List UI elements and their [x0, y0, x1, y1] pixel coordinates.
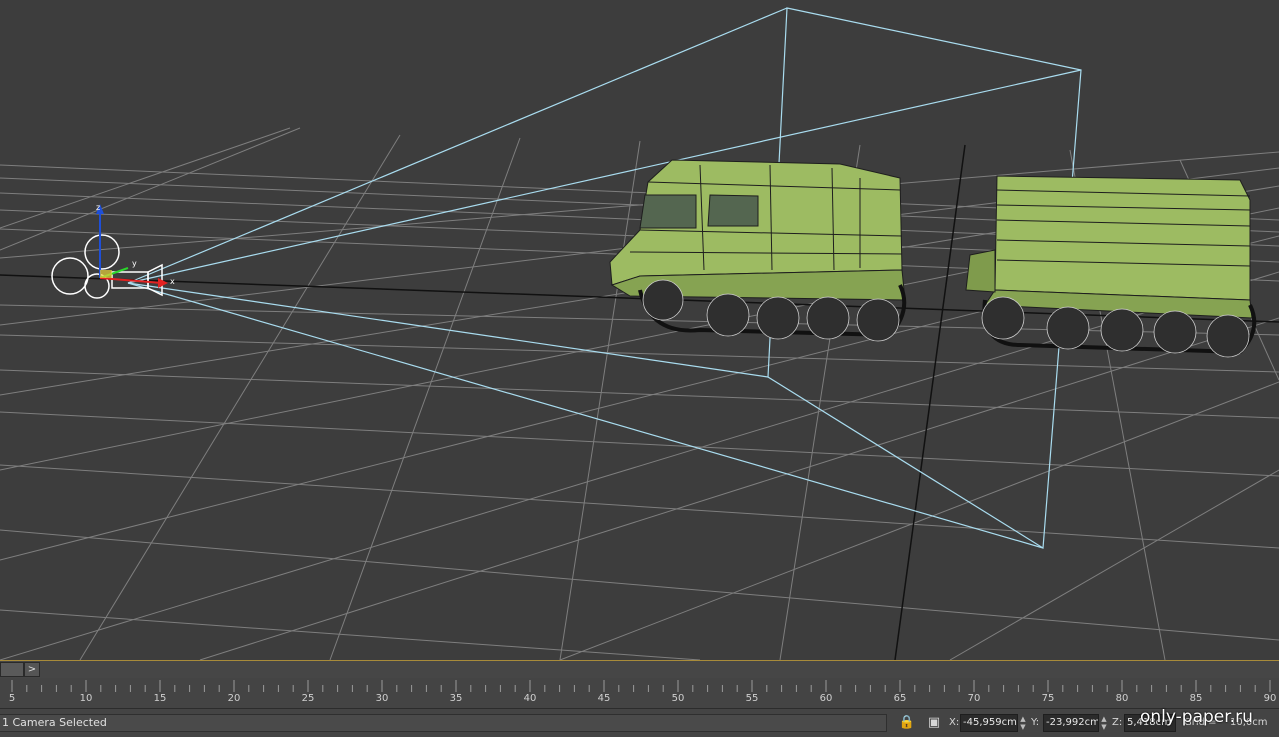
frame-label: 75: [1041, 693, 1055, 704]
frame-label: 35: [449, 693, 463, 704]
tracked-trailer-model[interactable]: [965, 175, 1257, 358]
frame-label: 15: [153, 693, 167, 704]
viewport-scene: z y x: [0, 7, 1279, 660]
grid-axis-y: [894, 144, 966, 660]
tracked-tractor-model[interactable]: [609, 159, 907, 342]
gizmo-x-label: x: [170, 277, 175, 286]
frame-label: 55: [745, 693, 759, 704]
frame-label: 5: [8, 693, 16, 704]
time-slider-bar[interactable]: >: [0, 660, 1279, 678]
track-bar-ticks: [11, 680, 1271, 692]
frame-label: 25: [301, 693, 315, 704]
perspective-viewport[interactable]: z y x: [0, 0, 1279, 660]
frame-label: 90: [1263, 693, 1277, 704]
frame-label: 10: [79, 693, 93, 704]
y-coord-field[interactable]: -23,992cm: [1043, 714, 1099, 732]
frame-label: 30: [375, 693, 389, 704]
gizmo-z-label: z: [96, 203, 100, 212]
frame-label: 50: [671, 693, 685, 704]
z-coord-label: Z:: [1112, 717, 1123, 728]
watermark: only-paper.ru: [1140, 707, 1253, 727]
lock-icon[interactable]: 🔒: [898, 714, 916, 732]
frame-label: 80: [1115, 693, 1129, 704]
time-slider-handle[interactable]: [0, 662, 24, 677]
x-coord-field[interactable]: -45,959cm: [960, 714, 1018, 732]
frame-label: 40: [523, 693, 537, 704]
next-frame-button[interactable]: >: [24, 662, 40, 677]
frame-label: 20: [227, 693, 241, 704]
x-coord-spinner[interactable]: ▲ ▼: [1019, 715, 1027, 731]
x-coord-label: X:: [949, 717, 960, 728]
frame-label: 70: [967, 693, 981, 704]
frame-label: 60: [819, 693, 833, 704]
y-coord-spinner[interactable]: ▲ ▼: [1100, 715, 1108, 731]
camera-object[interactable]: [51, 234, 163, 299]
frame-label: 65: [893, 693, 907, 704]
track-bar[interactable]: 5 10 15 20 25 30 35 40 45 50 55 60 65 70 75 80 85 90: [0, 678, 1279, 708]
frame-label: 45: [597, 693, 611, 704]
y-coord-label: Y:: [1031, 717, 1040, 728]
selection-status: 1 Camera Selected: [0, 714, 887, 732]
frame-label: 85: [1189, 693, 1203, 704]
status-bar: 1 Camera Selected 🔒 ▣ X: -45,959cm ▲ ▼ Y:…: [0, 708, 1279, 737]
gizmo-y-label: y: [132, 259, 137, 268]
absolute-mode-icon[interactable]: ▣: [925, 714, 943, 732]
